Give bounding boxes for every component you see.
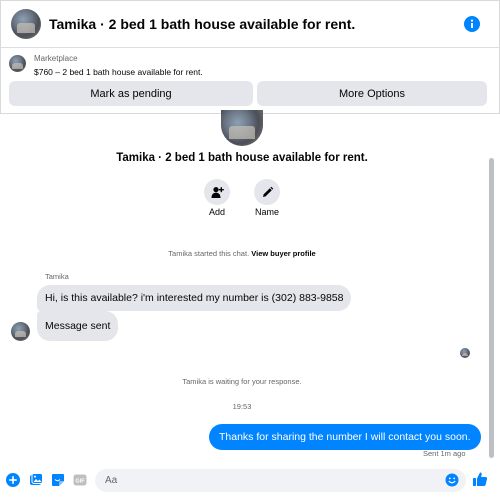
chat-header: Tamika · 2 bed 1 bath house available fo… [0,0,500,48]
incoming-message[interactable]: Message sent [37,311,119,341]
plus-icon [6,473,20,487]
pencil-icon [262,186,273,197]
gif-button[interactable]: GIF [73,473,87,487]
image-button[interactable] [29,473,43,487]
marketplace-panel: Marketplace $760 – 2 bed 1 bath house av… [0,48,500,114]
sticker-button[interactable] [51,473,65,487]
incoming-message[interactable]: Hi, is this available? i'm interested my… [37,285,352,311]
chat-started-notice: Tamika started this chat. View buyer pro… [0,249,484,258]
name-label: Name [254,207,279,217]
add-label: Add [208,207,225,217]
read-receipt-avatar [460,348,470,358]
mark-as-pending-button[interactable]: Mark as pending [9,81,253,106]
chat-started-text: Tamika started this chat. [168,249,250,258]
sent-status: Sent 1m ago [423,449,466,458]
sender-avatar[interactable] [11,322,30,341]
listing-price-title[interactable]: $760 – 2 bed 1 bath house available for … [34,67,203,77]
chat-title[interactable]: Tamika · 2 bed 1 bath house available fo… [49,16,464,32]
add-button[interactable] [204,179,230,205]
info-icon[interactable] [464,16,480,32]
plus-button[interactable] [6,473,20,487]
view-buyer-profile-link[interactable]: View buyer profile [251,249,315,258]
svg-text:GIF: GIF [75,479,85,485]
listing-thumbnail[interactable] [9,55,26,72]
gif-icon: GIF [73,474,87,486]
marketplace-label: Marketplace [34,54,78,63]
add-person-icon [211,186,224,198]
profile-title: Tamika · 2 bed 1 bath house available fo… [116,152,368,164]
emoji-icon[interactable] [445,473,459,487]
sticker-icon [52,474,64,486]
name-button[interactable] [254,179,280,205]
message-timestamp: 19:53 [232,402,252,411]
contact-avatar[interactable] [11,9,41,39]
image-icon [30,473,43,485]
sender-name: Tamika [45,272,69,281]
thumbs-up-icon[interactable] [472,471,488,487]
waiting-notice: Tamika is waiting for your response. [182,377,302,386]
more-options-button[interactable]: More Options [257,81,487,106]
chat-scrollbar[interactable] [489,158,494,458]
outgoing-message[interactable]: Thanks for sharing the number I will con… [209,424,481,450]
message-input[interactable] [95,469,466,492]
